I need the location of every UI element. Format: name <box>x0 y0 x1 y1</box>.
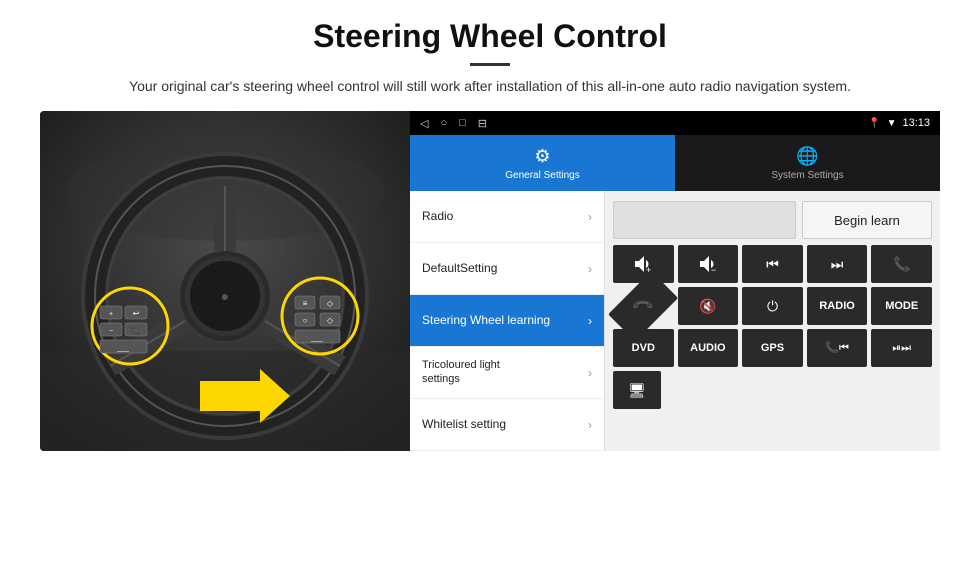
menu-item-default-setting[interactable]: DefaultSetting › <box>410 243 604 295</box>
time-display: 13:13 <box>902 117 930 129</box>
mode-button[interactable]: MODE <box>871 287 932 325</box>
svg-text:◇: ◇ <box>327 316 334 325</box>
gps-button[interactable]: GPS <box>742 329 803 367</box>
empty-input-box <box>613 201 796 239</box>
tab-general-settings[interactable]: ⚙ General Settings <box>410 135 675 191</box>
svg-text:≡: ≡ <box>303 299 308 308</box>
title-section: Steering Wheel Control Your original car… <box>40 18 940 97</box>
unit-panel: ◁ ○ □ ⊟ 📍 ▼ 13:13 ⚙ General Settings <box>410 111 940 451</box>
tab-system-settings[interactable]: 🌐 System Settings <box>675 135 940 191</box>
subtitle: Your original car's steering wheel contr… <box>110 76 870 97</box>
back-icon[interactable]: ◁ <box>420 117 428 130</box>
menu-whitelist-label: Whitelist setting <box>422 417 506 431</box>
menu-icon[interactable]: ⊟ <box>478 117 487 130</box>
prev-track-button[interactable]: ⏮ <box>742 245 803 283</box>
tab-general-label: General Settings <box>505 170 580 181</box>
chevron-icon: › <box>588 314 592 328</box>
recents-icon[interactable]: □ <box>459 117 466 129</box>
begin-learn-button[interactable]: Begin learn <box>802 201 932 239</box>
page-container: Steering Wheel Control Your original car… <box>0 0 980 471</box>
status-bar-left: ◁ ○ □ ⊟ <box>420 117 487 130</box>
next-track-button[interactable]: ⏭ <box>807 245 868 283</box>
power-button[interactable]: ⏻ <box>742 287 803 325</box>
control-grid-row1: + − ⏮ ⏭ 📞 <box>613 245 932 283</box>
menu-tricoloured-label: Tricoloured lightsettings <box>422 359 500 385</box>
signal-icon: ▼ <box>887 118 897 129</box>
radio-row: Begin learn <box>613 199 932 241</box>
svg-text:📞: 📞 <box>131 325 141 335</box>
svg-text:●: ● <box>221 288 229 304</box>
control-grid-row3: DVD AUDIO GPS 📞⏮ ⏯⏭ <box>613 329 932 367</box>
menu-area: Radio › DefaultSetting › Steering Wheel … <box>410 191 940 451</box>
title-divider <box>470 63 510 66</box>
svg-text:___: ___ <box>116 345 129 352</box>
bottom-row: 🖥 <box>613 371 932 409</box>
menu-item-radio[interactable]: Radio › <box>410 191 604 243</box>
audio-button[interactable]: AUDIO <box>678 329 739 367</box>
screen-button[interactable]: 🖥 <box>613 371 661 409</box>
settings-globe-icon: 🌐 <box>796 146 818 167</box>
svg-text:___: ___ <box>310 335 323 342</box>
radio-mode-button[interactable]: RADIO <box>807 287 868 325</box>
menu-item-steering-wheel[interactable]: Steering Wheel learning › <box>410 295 604 347</box>
home-icon[interactable]: ○ <box>440 117 447 129</box>
call-prev-button[interactable]: 📞⏮ <box>807 329 868 367</box>
svg-text:○: ○ <box>303 316 308 325</box>
chevron-icon: › <box>588 366 592 380</box>
page-title: Steering Wheel Control <box>40 18 940 55</box>
vol-down-button[interactable]: − <box>678 245 739 283</box>
mute-button[interactable]: 🔇 <box>678 287 739 325</box>
location-icon: 📍 <box>868 118 880 129</box>
content-panel: Begin learn + − <box>605 191 940 451</box>
svg-text:−: − <box>711 265 716 275</box>
control-grid-row2: 📞 🔇 ⏻ RADIO MODE <box>613 287 932 325</box>
settings-gear-icon: ⚙ <box>534 146 550 167</box>
chevron-icon: › <box>588 210 592 224</box>
status-bar: ◁ ○ □ ⊟ 📍 ▼ 13:13 <box>410 111 940 135</box>
chevron-icon: › <box>588 418 592 432</box>
svg-text:↩: ↩ <box>133 309 140 318</box>
svg-text:◇: ◇ <box>327 299 334 308</box>
svg-text:−: − <box>109 328 113 335</box>
menu-default-label: DefaultSetting <box>422 261 497 275</box>
content-row: ● + ↩ − 📞 ___ ≡ ◇ <box>40 111 940 451</box>
call-answer-button[interactable]: 📞 <box>871 245 932 283</box>
menu-radio-label: Radio <box>422 209 453 223</box>
play-next-button[interactable]: ⏯⏭ <box>871 329 932 367</box>
menu-steering-label: Steering Wheel learning <box>422 313 550 327</box>
chevron-icon: › <box>588 262 592 276</box>
svg-text:+: + <box>109 311 113 318</box>
menu-item-tricoloured[interactable]: Tricoloured lightsettings › <box>410 347 604 399</box>
image-panel: ● + ↩ − 📞 ___ ≡ ◇ <box>40 111 410 451</box>
menu-list: Radio › DefaultSetting › Steering Wheel … <box>410 191 605 451</box>
menu-item-whitelist[interactable]: Whitelist setting › <box>410 399 604 451</box>
dvd-button[interactable]: DVD <box>613 329 674 367</box>
status-bar-right: 📍 ▼ 13:13 <box>868 117 930 129</box>
tab-bar: ⚙ General Settings 🌐 System Settings <box>410 135 940 191</box>
tab-system-label: System Settings <box>771 170 843 181</box>
